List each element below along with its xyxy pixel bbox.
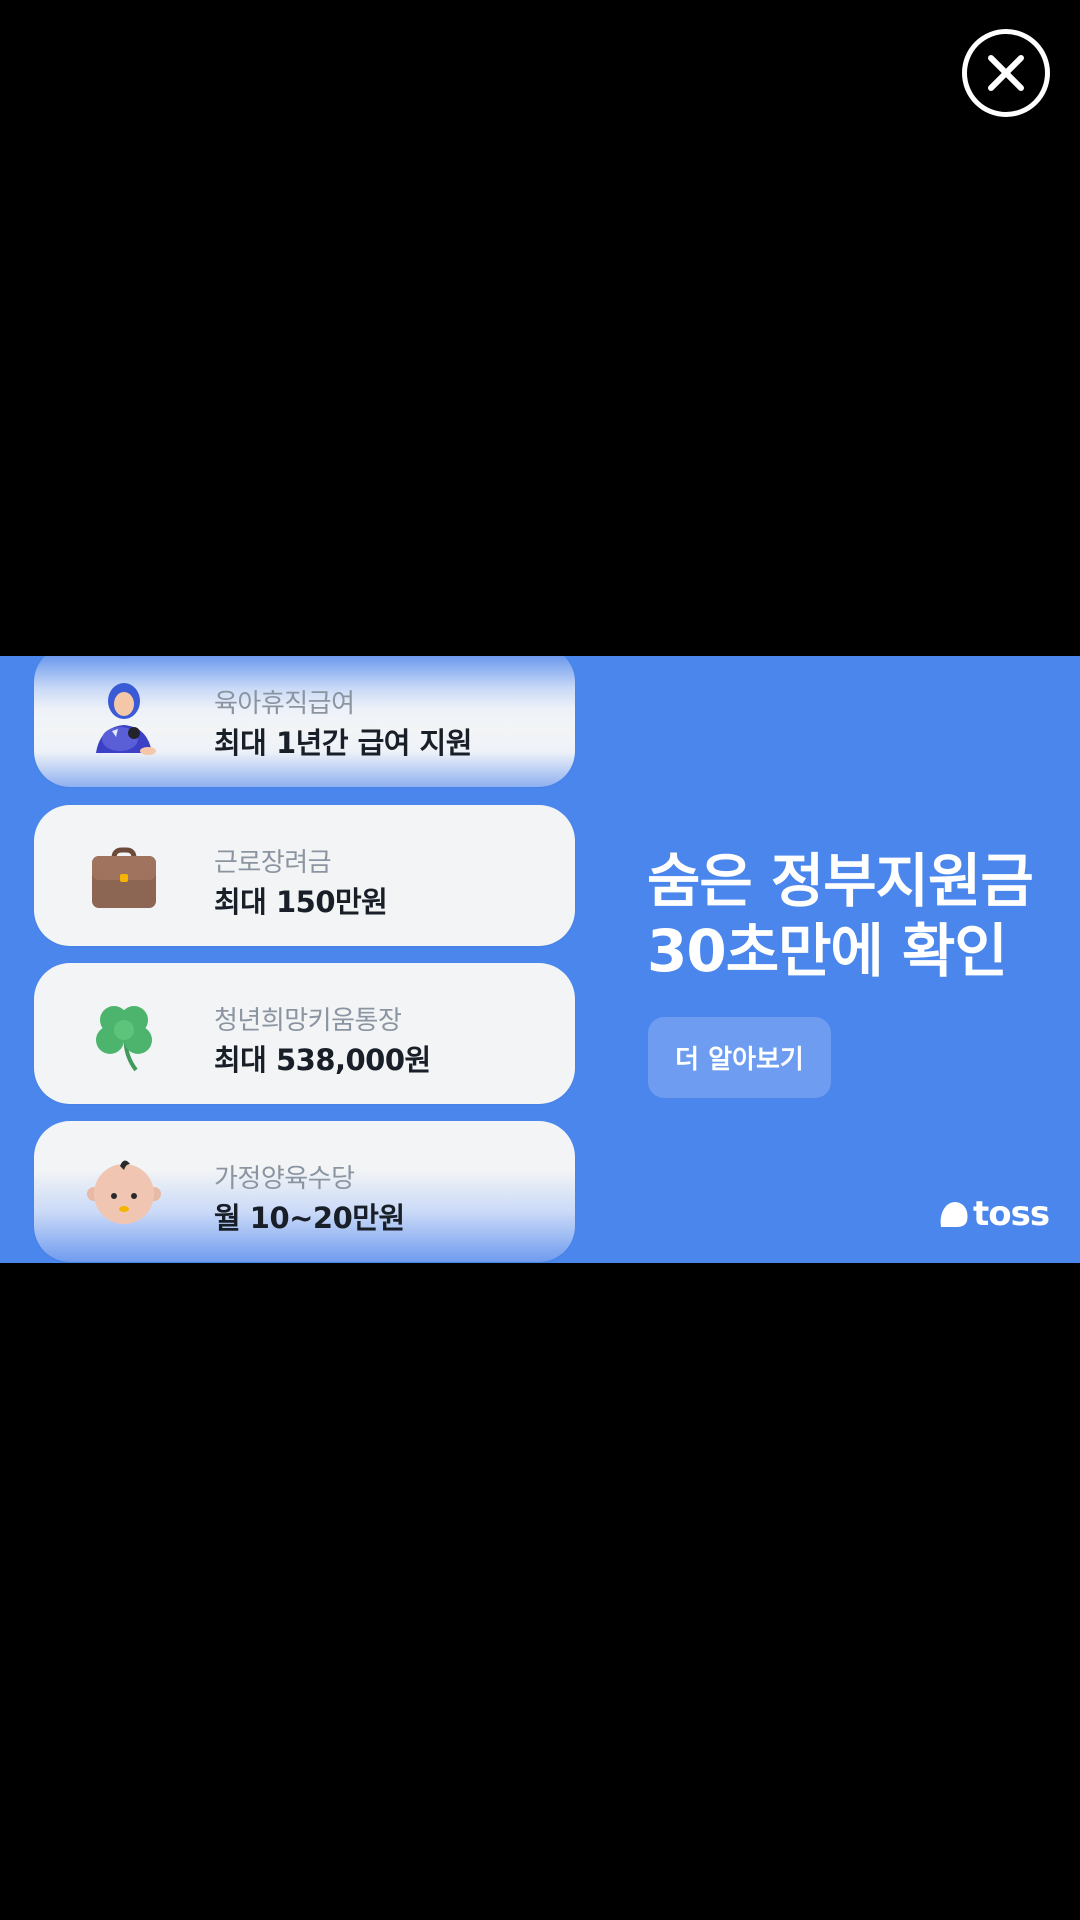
benefit-card-parental-leave: 육아휴직급여 최대 1년간 급여 지원 bbox=[34, 656, 575, 787]
learn-more-button[interactable]: 더 알아보기 bbox=[648, 1017, 831, 1098]
brand-name: toss bbox=[973, 1194, 1050, 1234]
baby-face-icon bbox=[86, 1154, 162, 1230]
screen: 육아휴직급여 최대 1년간 급여 지원 근로장려금 최대 150만원 청년희망키… bbox=[0, 0, 1080, 1920]
close-icon bbox=[988, 55, 1024, 91]
benefit-value: 월 10~20만원 bbox=[214, 1201, 405, 1235]
headline-line-2: 30초만에 확인 bbox=[647, 917, 1008, 985]
benefit-label: 가정양육수당 bbox=[214, 1164, 355, 1194]
briefcase-icon bbox=[86, 838, 162, 914]
benefit-value: 최대 538,000원 bbox=[214, 1043, 431, 1077]
benefit-card-childcare-allowance: 가정양육수당 월 10~20만원 bbox=[34, 1121, 575, 1262]
benefit-label: 근로장려금 bbox=[214, 848, 332, 878]
benefit-label: 청년희망키움통장 bbox=[214, 1006, 402, 1036]
benefit-label: 육아휴직급여 bbox=[214, 689, 355, 719]
ad-headline: 숨은 정부지원금 30초만에 확인 bbox=[647, 846, 1067, 986]
headline-line-1: 숨은 정부지원금 bbox=[647, 847, 1034, 915]
benefit-value: 최대 1년간 급여 지원 bbox=[214, 726, 472, 760]
parent-with-baby-icon bbox=[86, 679, 162, 755]
benefit-card-youth-savings: 청년희망키움통장 최대 538,000원 bbox=[34, 963, 575, 1104]
clover-icon bbox=[86, 996, 162, 1072]
close-button[interactable] bbox=[962, 29, 1050, 117]
toss-logo-icon bbox=[940, 1202, 968, 1227]
benefit-card-work-incentive: 근로장려금 최대 150만원 bbox=[34, 805, 575, 946]
toss-brand-logo: toss bbox=[937, 1194, 1050, 1234]
benefit-value: 최대 150만원 bbox=[214, 885, 388, 919]
ad-banner[interactable]: 육아휴직급여 최대 1년간 급여 지원 근로장려금 최대 150만원 청년희망키… bbox=[0, 656, 1080, 1263]
